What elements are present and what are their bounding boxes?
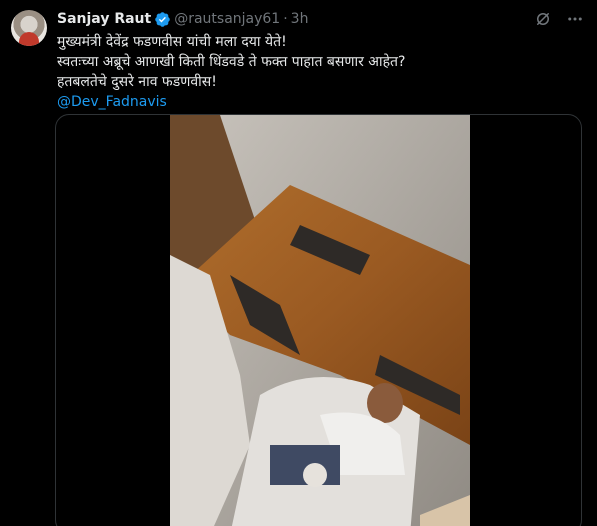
separator-dot: · [283,11,288,27]
tweet-header: Sanjay Raut @rautsanjay61 · 3h [57,9,308,29]
author-avatar[interactable] [11,10,47,46]
tweet-text-line: हतबलतेचे दुसरे नाव फडणवीस! [57,74,217,90]
tweet-actions [533,9,585,29]
mention-link[interactable]: @Dev_Fadnavis [57,94,167,110]
tweet-text: मुख्यमंत्री देवेंद्र फडणवीस यांची मला दय… [57,32,577,112]
tweet-timestamp[interactable]: 3h [291,11,309,27]
tweet-video[interactable] [55,114,582,526]
author-handle[interactable]: @rautsanjay61 [174,11,280,27]
video-frame [170,115,470,526]
tweet[interactable]: Sanjay Raut @rautsanjay61 · 3h मुख्यमंत्… [0,0,597,526]
tweet-text-line: स्वतःच्या अब्रूचे आणखी किती धिंडवडे ते फ… [57,54,406,70]
grok-icon[interactable] [533,9,553,29]
more-dots-icon[interactable] [565,9,585,29]
verified-badge-icon [154,11,171,28]
tweet-text-line: मुख्यमंत्री देवेंद्र फडणवीस यांची मला दय… [57,34,287,50]
author-name[interactable]: Sanjay Raut [57,11,151,27]
